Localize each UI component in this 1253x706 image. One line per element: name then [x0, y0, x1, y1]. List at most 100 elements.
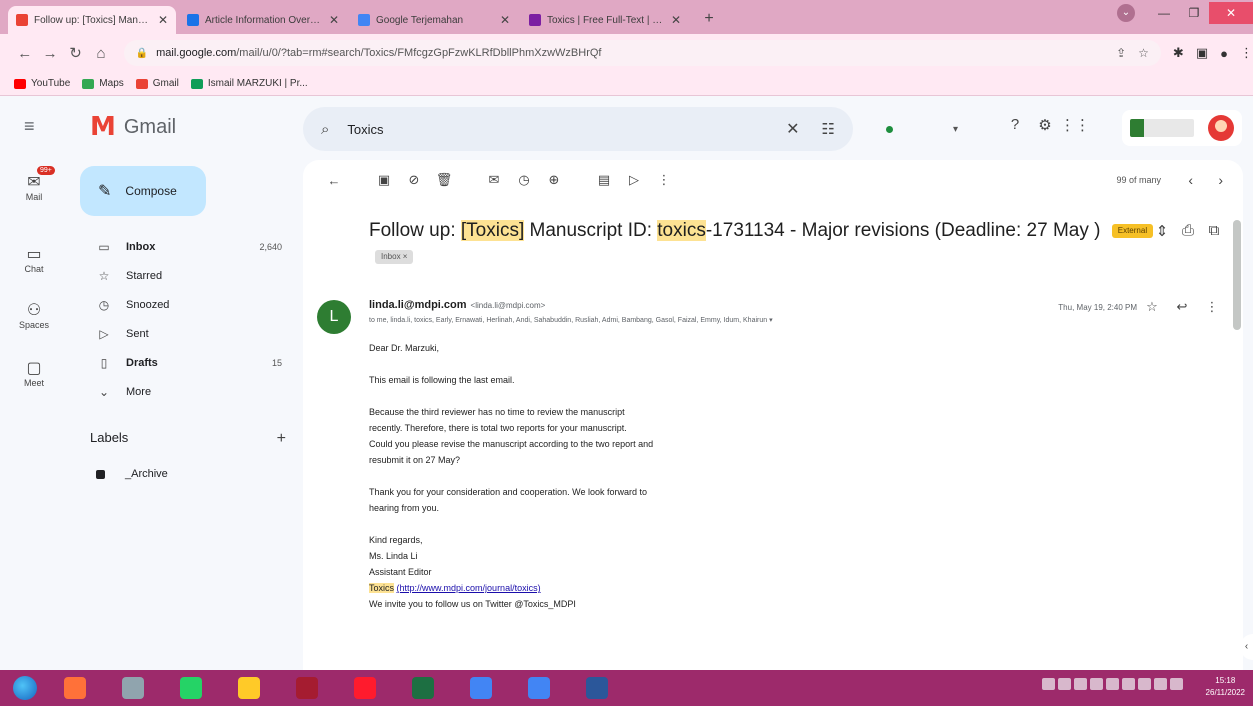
restore-icon[interactable]: ❐: [1179, 6, 1209, 20]
tray-icon[interactable]: [1042, 678, 1055, 690]
close-tab-icon[interactable]: ✕: [500, 13, 510, 27]
sidebar-item-more[interactable]: ⌄ More: [68, 377, 300, 406]
sidepanel-icon[interactable]: ▣: [1196, 45, 1208, 61]
close-window-icon[interactable]: ✕: [1209, 2, 1253, 24]
close-tab-icon[interactable]: ✕: [329, 13, 339, 27]
reload-icon[interactable]: ↻: [63, 44, 88, 62]
snoozed-icon: ◷: [98, 297, 110, 312]
home-icon[interactable]: ⌂: [88, 45, 113, 62]
clock[interactable]: 15:18 26/11/2022: [1206, 675, 1245, 699]
open-new-window-icon[interactable]: ⧉: [1201, 222, 1227, 240]
search-bar[interactable]: ⌕ Toxics ✕ ☷: [303, 107, 853, 151]
tray-icon[interactable]: [1122, 678, 1135, 690]
sidebar-item-sent[interactable]: ▷ Sent: [68, 319, 300, 348]
tray-icon[interactable]: [1074, 678, 1087, 690]
bookmark-item[interactable]: YouTube: [14, 78, 70, 89]
bookmark-item[interactable]: Ismail MARZUKI | Pr...: [190, 78, 308, 89]
close-tab-icon[interactable]: ✕: [671, 13, 681, 27]
rail-item-spaces[interactable]: ⚇ Spaces: [0, 300, 68, 330]
address-bar[interactable]: 🔒 mail.google.com/mail/u/0/?tab=rm#searc…: [123, 40, 1161, 66]
mark-unread-icon[interactable]: ✉: [479, 172, 509, 188]
recipients-line[interactable]: to me, linda.li, toxics, Early, Ernawati…: [369, 316, 1059, 324]
rail-item-meet[interactable]: ▢ Meet: [0, 358, 68, 388]
rail-item-chat[interactable]: ▭ Chat: [0, 244, 68, 274]
tray-icon[interactable]: [1058, 678, 1071, 690]
menu-kebab-icon[interactable]: ⋮: [1240, 45, 1253, 61]
new-tab-button[interactable]: +: [698, 8, 720, 30]
taskbar-app-word[interactable]: [572, 673, 622, 703]
taskbar-app-chrome-1[interactable]: [456, 673, 506, 703]
prev-page-icon[interactable]: ‹: [1188, 172, 1193, 188]
next-page-icon[interactable]: ›: [1218, 172, 1223, 188]
chrome-profile-icon[interactable]: ⌄: [1117, 4, 1135, 22]
taskbar-app-opera[interactable]: [340, 673, 390, 703]
account-switcher[interactable]: [1122, 110, 1242, 146]
bookmark-favicon-icon: [135, 78, 148, 89]
browser-tab[interactable]: Article Information Overview ✕: [179, 6, 347, 34]
start-button[interactable]: [0, 670, 50, 706]
delete-icon[interactable]: 🗑: [429, 172, 459, 188]
apps-grid-icon[interactable]: ⋮⋮: [1060, 116, 1090, 134]
extension-icon[interactable]: ✱: [1173, 45, 1184, 61]
tray-icon[interactable]: [1138, 678, 1151, 690]
message-more-icon[interactable]: ⋮: [1197, 299, 1227, 315]
reply-icon[interactable]: ↩: [1167, 299, 1197, 315]
close-tab-icon[interactable]: ✕: [158, 13, 168, 27]
sidebar-item-drafts[interactable]: ▯ Drafts 15: [68, 348, 300, 377]
profile-icon[interactable]: ●: [1220, 46, 1228, 61]
inbox-label-chip[interactable]: Inbox ×: [375, 249, 414, 264]
browser-tab[interactable]: Google Terjemahan ✕: [350, 6, 518, 34]
bookmark-item[interactable]: Maps: [82, 78, 124, 89]
taskbar-app-chrome-2[interactable]: [514, 673, 564, 703]
sidebar-item-starred[interactable]: ☆ Starred: [68, 261, 300, 290]
archive-icon[interactable]: ▣: [369, 172, 399, 188]
taskbar-app-excel[interactable]: [398, 673, 448, 703]
gear-icon[interactable]: ⚙: [1030, 116, 1060, 134]
share-icon[interactable]: ⇪: [1116, 46, 1126, 60]
add-task-icon[interactable]: ⊕: [539, 172, 569, 188]
forward-icon[interactable]: →: [37, 45, 62, 62]
scrollbar[interactable]: [1233, 220, 1241, 330]
tray-icon[interactable]: [1154, 678, 1167, 690]
clear-search-icon[interactable]: ✕: [786, 119, 799, 139]
drafts-icon: ▯: [100, 355, 108, 370]
label-icon[interactable]: ▷: [619, 172, 649, 188]
journal-link[interactable]: (http://www.mdpi.com/journal/toxics): [397, 583, 541, 593]
add-label-icon[interactable]: +: [277, 430, 286, 448]
star-icon[interactable]: ☆: [1137, 299, 1167, 315]
expand-all-icon[interactable]: ⇕: [1149, 222, 1175, 240]
search-icon[interactable]: ⌕: [321, 121, 329, 138]
label-item-archive[interactable]: _Archive: [96, 468, 168, 480]
snooze-icon[interactable]: ◷: [509, 172, 539, 188]
main-menu-icon[interactable]: ≡: [24, 116, 35, 137]
more-actions-icon[interactable]: ⋮: [649, 172, 679, 188]
print-icon[interactable]: ⎙: [1175, 222, 1201, 240]
rail-item-mail[interactable]: ✉ Mail 99+: [0, 166, 68, 202]
bookmark-item[interactable]: Gmail: [135, 78, 179, 89]
compose-button[interactable]: ✎ Compose: [80, 166, 206, 216]
sidebar-item-inbox[interactable]: ▭ Inbox 2,640: [68, 232, 300, 261]
taskbar-app-firefox[interactable]: [50, 673, 100, 703]
account-avatar[interactable]: [1208, 115, 1234, 141]
help-icon[interactable]: ?: [1000, 116, 1030, 134]
tray-icon[interactable]: [1106, 678, 1119, 690]
bookmark-star-icon[interactable]: ☆: [1138, 46, 1149, 60]
search-input[interactable]: Toxics: [347, 122, 786, 137]
taskbar-app-mendeley[interactable]: [282, 673, 332, 703]
search-options-icon[interactable]: ☷: [822, 120, 835, 138]
tray-icon[interactable]: [1170, 678, 1183, 690]
report-spam-icon[interactable]: ⊘: [399, 172, 429, 188]
taskbar-app-whatsapp[interactable]: [166, 673, 216, 703]
taskbar-app-network[interactable]: [108, 673, 158, 703]
tray-icon[interactable]: [1090, 678, 1103, 690]
back-icon[interactable]: ←: [12, 45, 37, 62]
status-selector[interactable]: ▾: [868, 112, 978, 146]
taskbar-app-explorer[interactable]: [224, 673, 274, 703]
move-to-icon[interactable]: ▤: [589, 172, 619, 188]
sidebar-item-snoozed[interactable]: ◷ Snoozed: [68, 290, 300, 319]
gmail-logo[interactable]: M Gmail: [90, 114, 176, 140]
minimize-icon[interactable]: —: [1149, 6, 1179, 20]
browser-tab[interactable]: Toxics | Free Full-Text | Investiga ✕: [521, 6, 689, 34]
back-to-list-icon[interactable]: ←: [319, 173, 349, 188]
browser-tab[interactable]: Follow up: [Toxics] Manuscript I ✕: [8, 6, 176, 34]
